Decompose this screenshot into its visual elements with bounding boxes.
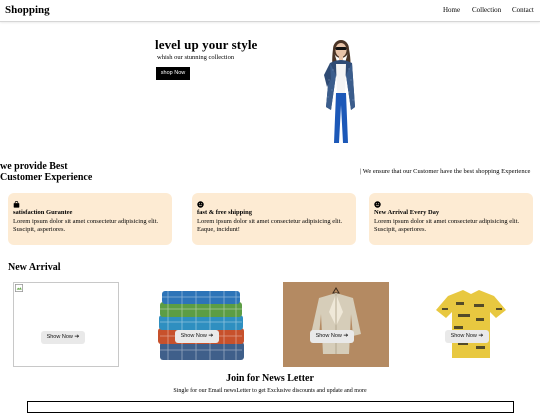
shop-now-button[interactable]: shop Now xyxy=(156,67,190,80)
arrow-right-icon: ➔ xyxy=(74,334,80,340)
hero-subtitle: whish our stunning collection xyxy=(157,54,235,61)
nav-link-contact[interactable]: Contact xyxy=(512,6,534,14)
bag-icon xyxy=(13,201,20,208)
experience-title-line1: we provide Best xyxy=(0,161,68,172)
yellow-shirt-image xyxy=(436,290,506,358)
show-now-button[interactable]: Show Now ➔ xyxy=(41,331,85,344)
show-now-label: Show Now xyxy=(180,333,207,339)
card-body: Lorem ipsum dolor sit amet consectetur a… xyxy=(197,218,343,233)
show-now-label: Show Now xyxy=(46,334,73,340)
show-now-button[interactable]: Show Now ➔ xyxy=(445,330,489,343)
jacket-image xyxy=(311,287,361,354)
newsletter-title: Join for News Letter xyxy=(226,373,314,384)
folded-shirts-image xyxy=(158,291,244,360)
product-card-1: Show Now ➔ xyxy=(13,282,119,367)
nav-link-home[interactable]: Home xyxy=(443,6,460,14)
card-body: Lorem ipsum dolor sit amet consectetur a… xyxy=(13,218,159,233)
show-now-button[interactable]: Show Now ➔ xyxy=(175,330,219,343)
card-title: New Arrival Every Day xyxy=(374,209,440,216)
hero-title: level up your style xyxy=(155,37,258,52)
show-now-label: Show Now xyxy=(315,333,342,339)
show-now-button[interactable]: Show Now ➔ xyxy=(310,330,354,343)
feature-card-shipping: fast & free shipping Lorem ipsum dolor s… xyxy=(192,193,356,245)
experience-title: we provide Best Customer Experience xyxy=(0,161,92,183)
feature-card-arrivals: New Arrival Every Day Lorem ipsum dolor … xyxy=(369,193,533,245)
feature-card-guarantee: satisfaction Gurantee Lorem ipsum dolor … xyxy=(8,193,172,245)
experience-note: | We ensure that our Customer have the b… xyxy=(360,168,531,175)
newsletter-email-input[interactable] xyxy=(27,401,514,413)
arrow-right-icon: ➔ xyxy=(208,333,214,339)
hero-model-image xyxy=(324,40,355,143)
arrow-right-icon: ➔ xyxy=(478,333,484,339)
brand-logo[interactable]: Shopping xyxy=(5,4,50,16)
newsletter-subtitle: Single for our Email newsLetter to get E… xyxy=(173,388,367,394)
card-title: satisfaction Gurantee xyxy=(13,209,73,216)
product-card-2: Show Now ➔ xyxy=(148,282,254,367)
smile-icon xyxy=(374,201,381,208)
product-card-3: Show Now ➔ xyxy=(283,282,389,367)
broken-image-icon xyxy=(15,284,23,292)
product-card-4: Show Now ➔ xyxy=(418,282,524,367)
nav-link-collection[interactable]: Collection xyxy=(472,6,501,14)
card-body: Lorem ipsum dolor sit amet consectetur a… xyxy=(374,218,520,233)
smile-icon xyxy=(197,201,204,208)
experience-title-line2: Customer Experience xyxy=(0,172,93,183)
arrow-right-icon: ➔ xyxy=(343,333,349,339)
show-now-label: Show Now xyxy=(450,333,477,339)
card-title: fast & free shipping xyxy=(197,209,252,216)
new-arrival-title: New Arrival xyxy=(8,262,61,273)
